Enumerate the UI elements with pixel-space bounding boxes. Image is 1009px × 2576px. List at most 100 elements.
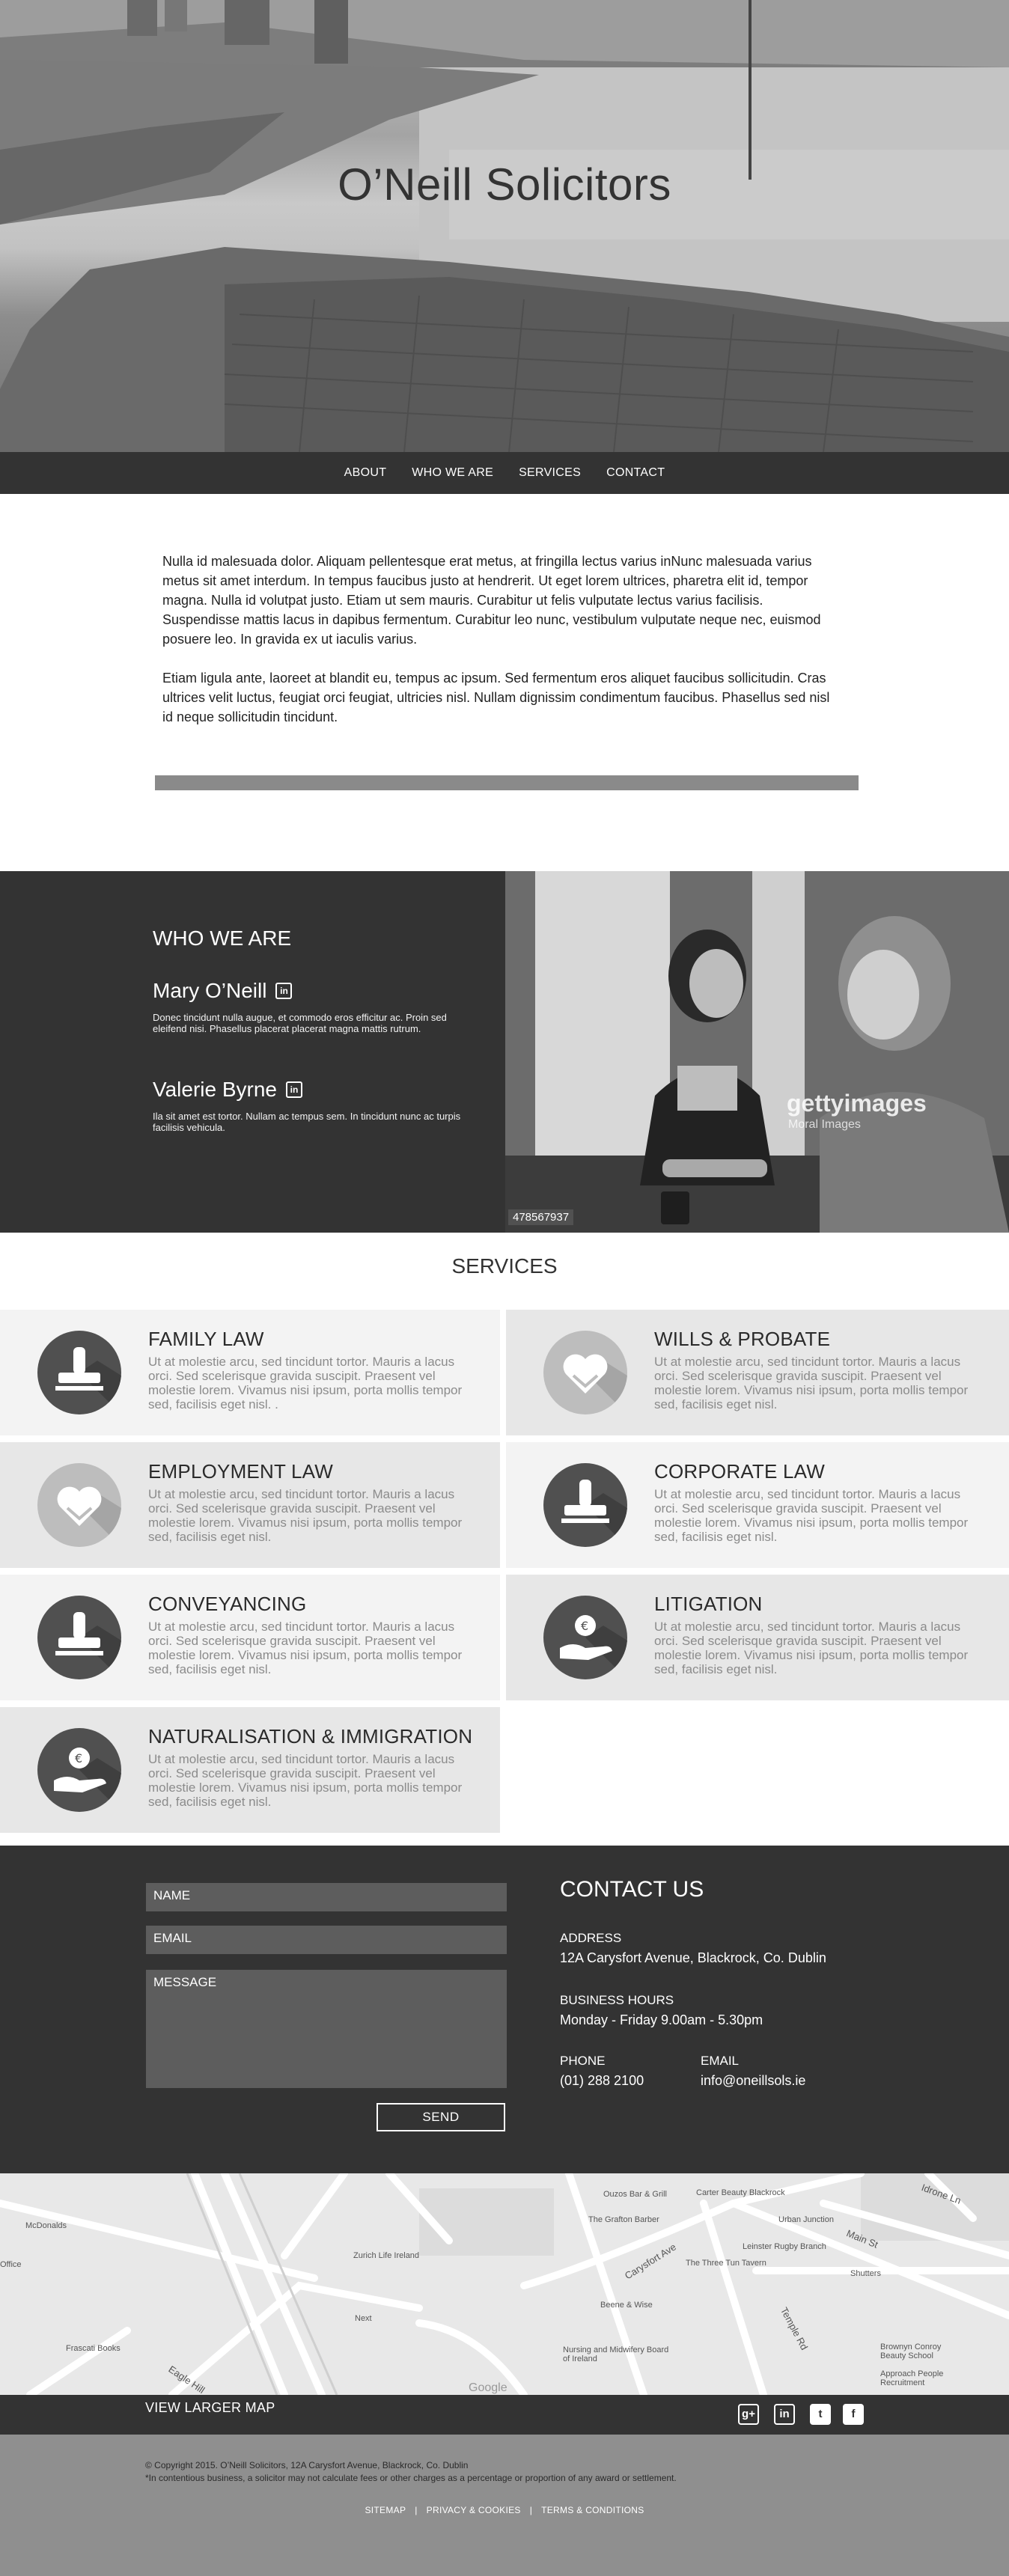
map-label: Next: [355, 2314, 372, 2323]
linkedin-icon[interactable]: in: [774, 2404, 795, 2425]
service-desc: Ut at molestie arcu, sed tincidunt torto…: [148, 1620, 463, 1676]
disclaimer-text: *In contentious business, a solicitor ma…: [145, 2473, 677, 2483]
map-label: Office: [0, 2260, 22, 2269]
phone-value[interactable]: (01) 288 2100: [560, 2073, 644, 2089]
map-label: The Three Tun Tavern: [686, 2259, 766, 2268]
location-map[interactable]: Ouzos Bar & Grill Carter Beauty Blackroc…: [0, 2173, 1009, 2395]
svg-text:€: €: [75, 1751, 82, 1765]
who-we-are-title: WHO WE ARE: [153, 927, 292, 950]
service-desc: Ut at molestie arcu, sed tincidunt torto…: [654, 1620, 969, 1676]
service-litigation[interactable]: € LITIGATION Ut at molestie arcu, sed ti…: [506, 1575, 1009, 1700]
contact-title: CONTACT US: [560, 1877, 704, 1902]
intro-divider-bar: [155, 775, 859, 790]
stamp-icon: [543, 1463, 627, 1547]
team-photo: gettyimages Moral Images 478567937: [505, 871, 1009, 1233]
stamp-icon: [37, 1596, 121, 1679]
stamp-icon: [37, 1331, 121, 1414]
map-label: The Grafton Barber: [588, 2215, 659, 2224]
map-label: Beene & Wise: [600, 2301, 653, 2310]
footer-links: SITEMAP | PRIVACY & COOKIES | TERMS & CONDIT…: [365, 2505, 644, 2515]
map-label: Urban Junction: [778, 2215, 834, 2224]
linkedin-icon[interactable]: in: [286, 1081, 303, 1098]
handshake-heart-icon: [543, 1331, 627, 1414]
copyright-text: © Copyright 2015. O’Neill Solicitors, 12…: [145, 2460, 469, 2470]
map-label: Nursing and Midwifery Board of Ireland: [563, 2345, 669, 2363]
service-name: CORPORATE LAW: [654, 1460, 825, 1483]
person-valerie: Valerie Byrne in Ila sit amet est tortor…: [153, 1078, 467, 1133]
service-desc: Ut at molestie arcu, sed tincidunt torto…: [148, 1752, 463, 1809]
main-nav: ABOUT WHO WE ARE SERVICES CONTACT: [0, 452, 1009, 494]
person-name: Mary O’Neill: [153, 979, 267, 1002]
hours-label: BUSINESS HOURS: [560, 1993, 674, 2007]
linkedin-icon[interactable]: in: [275, 983, 293, 999]
service-desc: Ut at molestie arcu, sed tincidunt torto…: [148, 1355, 463, 1411]
service-name: CONVEYANCING: [148, 1593, 307, 1615]
service-name: EMPLOYMENT LAW: [148, 1460, 333, 1483]
nav-about[interactable]: ABOUT: [344, 466, 387, 480]
facebook-icon[interactable]: f: [843, 2404, 864, 2425]
service-desc: Ut at molestie arcu, sed tincidunt torto…: [654, 1355, 969, 1411]
map-label: Approach People Recruitment: [880, 2369, 944, 2387]
nav-who-we-are[interactable]: WHO WE ARE: [412, 466, 493, 480]
map-label: Frascati Books: [66, 2344, 121, 2353]
footer-copyright: © Copyright 2015. O’Neill Solicitors, 12…: [145, 2459, 677, 2485]
hero-banner: O’Neill Solicitors: [0, 0, 1009, 452]
person-mary: Mary O’Neill in Donec tincidunt nulla au…: [153, 979, 467, 1034]
map-label: Ouzos Bar & Grill: [603, 2190, 667, 2199]
terms-link[interactable]: TERMS & CONDITIONS: [541, 2505, 644, 2515]
twitter-icon[interactable]: t: [810, 2404, 831, 2425]
person-name: Valerie Byrne: [153, 1078, 278, 1101]
service-name: LITIGATION: [654, 1593, 763, 1615]
service-conveyancing[interactable]: CONVEYANCING Ut at molestie arcu, sed ti…: [0, 1575, 500, 1700]
service-naturalisation-immigration[interactable]: € NATURALISATION & IMMIGRATION Ut at mol…: [0, 1707, 500, 1833]
map-label: Leinster Rugby Branch: [743, 2242, 826, 2251]
person-bio: Donec tincidunt nulla augue, et commodo …: [153, 1012, 447, 1034]
nav-contact[interactable]: CONTACT: [606, 466, 665, 480]
email-field[interactable]: EMAIL: [146, 1926, 507, 1954]
watermark-brand: gettyimages: [787, 1090, 927, 1117]
nav-services[interactable]: SERVICES: [519, 466, 581, 480]
map-label: Shutters: [850, 2269, 881, 2278]
phone-label: PHONE: [560, 2054, 606, 2068]
map-label: Brownyn Conroy Beauty School: [880, 2342, 942, 2360]
map-roads: [0, 2173, 1009, 2395]
euro-hand-icon: €: [543, 1596, 627, 1679]
hours-value: Monday - Friday 9.00am - 5.30pm: [560, 2012, 763, 2027]
address-label: ADDRESS: [560, 1931, 622, 1945]
sitemap-link[interactable]: SITEMAP: [365, 2505, 406, 2515]
map-label: McDonalds: [25, 2221, 67, 2230]
service-family-law[interactable]: FAMILY LAW Ut at molestie arcu, sed tinc…: [0, 1310, 500, 1435]
map-google-logo: Google: [469, 2381, 507, 2394]
service-name: NATURALISATION & IMMIGRATION: [148, 1725, 473, 1748]
service-desc: Ut at molestie arcu, sed tincidunt torto…: [654, 1487, 969, 1544]
service-name: WILLS & PROBATE: [654, 1328, 831, 1350]
address-value: 12A Carysfort Avenue, Blackrock, Co. Dub…: [560, 1950, 826, 1965]
intro-text: Nulla id malesuada dolor. Aliquam pellen…: [162, 552, 836, 727]
team-photo-image: [505, 871, 1009, 1233]
email-label: EMAIL: [701, 2054, 740, 2068]
google-plus-icon[interactable]: g+: [738, 2404, 759, 2425]
service-name: FAMILY LAW: [148, 1328, 264, 1350]
name-field[interactable]: NAME: [146, 1883, 507, 1911]
intro-paragraph: Etiam ligula ante, laoreet at blandit eu…: [162, 671, 830, 724]
map-label: Zurich Life Ireland: [353, 2251, 420, 2260]
send-button[interactable]: SEND: [377, 2103, 505, 2131]
message-field[interactable]: MESSAGE: [146, 1970, 507, 2088]
handshake-heart-icon: [37, 1463, 121, 1547]
service-desc: Ut at molestie arcu, sed tincidunt torto…: [148, 1487, 463, 1544]
watermark-credit: Moral Images: [788, 1118, 861, 1131]
view-larger-map-link[interactable]: VIEW LARGER MAP: [145, 2400, 275, 2416]
hero-title: O’Neill Solicitors: [338, 159, 671, 210]
person-bio: Ila sit amet est tortor. Nullam ac tempu…: [153, 1111, 461, 1133]
privacy-link[interactable]: PRIVACY & COOKIES: [427, 2505, 521, 2515]
intro-paragraph: Nulla id malesuada dolor. Aliquam pellen…: [162, 554, 821, 647]
email-value[interactable]: info@oneillsols.ie: [701, 2073, 805, 2089]
service-corporate-law[interactable]: CORPORATE LAW Ut at molestie arcu, sed t…: [506, 1442, 1009, 1568]
who-we-are-section: WHO WE ARE Mary O’Neill in Donec tincidu…: [0, 871, 505, 1233]
euro-hand-icon: €: [37, 1728, 121, 1812]
service-wills-probate[interactable]: WILLS & PROBATE Ut at molestie arcu, sed…: [506, 1310, 1009, 1435]
service-employment-law[interactable]: EMPLOYMENT LAW Ut at molestie arcu, sed …: [0, 1442, 500, 1568]
hero-background-image: [0, 0, 1009, 452]
watermark-id: 478567937: [508, 1209, 574, 1225]
svg-text:€: €: [581, 1619, 588, 1633]
